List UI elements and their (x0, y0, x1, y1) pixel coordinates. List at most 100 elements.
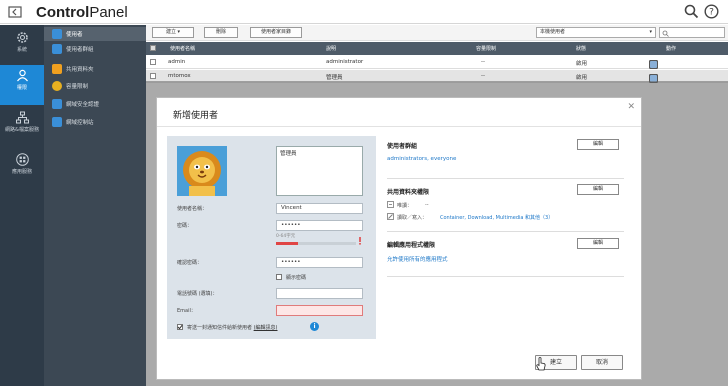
row-checkbox[interactable] (150, 73, 156, 79)
search-icon (662, 30, 669, 37)
column-header[interactable]: 使用者名稱 (170, 45, 195, 52)
password-strength-fill (276, 242, 299, 245)
domain-security-icon (52, 99, 62, 109)
shared-folder-title: 共用資料夾權限 (387, 189, 430, 196)
table-row[interactable]: admin administrator -- 啟用 (146, 56, 728, 69)
divider (387, 231, 624, 232)
subnav-item-users[interactable]: 使用者 (44, 27, 146, 41)
user-type-select[interactable]: 本機使用者 ▾ (536, 27, 656, 38)
subnav-item-label: 容量限制 (66, 84, 89, 90)
edit-groups-button[interactable]: 編輯 (577, 139, 619, 150)
avatar[interactable] (177, 146, 227, 196)
gear-icon (16, 32, 28, 43)
column-header[interactable]: 說明 (326, 45, 336, 52)
close-icon[interactable]: ✕ (627, 102, 635, 112)
home-folder-button[interactable]: 使用者家目錄 (250, 27, 302, 38)
edit-message-link[interactable]: (編輯訊息) (254, 325, 278, 331)
user-groups-title: 使用者群組 (387, 143, 418, 150)
domain-controller-icon (52, 117, 62, 127)
password-strength-bar (276, 242, 356, 245)
read-only-value: -- (425, 202, 429, 208)
rail-item-label: 應用服務 (11, 169, 32, 175)
row-checkbox[interactable] (150, 59, 156, 65)
toolbar: 建立 ▾ 刪除 使用者家目錄 本機使用者 ▾ (146, 25, 728, 41)
divider (157, 126, 641, 127)
read-write-value[interactable]: Container, Download, Multimedia 和其他（3） (440, 214, 553, 221)
row-username: mtomox (168, 73, 191, 79)
title-bar: ControlPanel ? (0, 0, 728, 24)
subnav-item-domain-security[interactable]: 網域安全認證 (44, 97, 146, 111)
username-input[interactable]: Vincent (276, 203, 363, 214)
confirm-password-input[interactable]: •••••• (276, 257, 363, 268)
search-icon[interactable] (684, 4, 699, 19)
password-label: 密碼： (177, 223, 193, 229)
subnav-item-label: 網域安全認證 (66, 102, 100, 108)
groups-value: administrators, everyone (387, 156, 457, 162)
search-input[interactable] (659, 27, 725, 38)
checkmark-icon (177, 324, 183, 330)
rail-item-label: 網路&檔案服務 (5, 127, 39, 133)
select-all-checkbox[interactable] (150, 45, 156, 51)
row-quota: -- (481, 59, 485, 65)
subnav-item-user-groups[interactable]: 使用者群組 (44, 42, 146, 56)
app-permission-title: 編輯應用程式權限 (387, 242, 436, 249)
subnav-item-domain-controller[interactable]: 網域控制站 (44, 115, 146, 129)
folder-icon (52, 64, 62, 74)
row-status: 啟用 (576, 61, 588, 67)
edit-quota-icon[interactable] (649, 60, 658, 69)
table-header: 使用者名稱 說明 容量限制 狀態 動作 (146, 42, 728, 55)
row-description: administrator (326, 59, 364, 65)
back-icon[interactable] (8, 5, 22, 19)
password-hint: 0-64字元 (276, 234, 296, 239)
rail-item-system[interactable]: 系統 (0, 27, 44, 67)
rail-item-label: 權限 (16, 85, 27, 91)
row-quota: -- (481, 73, 485, 79)
network-icon (15, 111, 29, 124)
app-title: ControlPanel (36, 4, 128, 21)
rail-item-network[interactable]: 網路&檔案服務 (0, 107, 44, 149)
warning-icon (359, 237, 361, 245)
rail-item-apps[interactable]: 應用服務 (0, 149, 44, 189)
phone-input[interactable] (276, 288, 363, 299)
chevron-down-icon: ▾ (177, 29, 181, 35)
row-status: 啟用 (576, 75, 588, 81)
user-form-panel: 管理員 使用者名稱： Vincent 密碼： •••••• 0-64字元 確認密… (167, 136, 376, 339)
subnav-item-shared-folders[interactable]: 共用資料夾 (44, 62, 146, 76)
create-dropdown-button[interactable]: 建立 ▾ (152, 27, 194, 38)
dialog-title: 新增使用者 (173, 111, 219, 121)
cancel-button[interactable]: 取消 (581, 355, 623, 370)
email-label: Email： (177, 308, 196, 314)
sub-nav: 使用者 使用者群組 共用資料夾 容量限制 網域安全認證 網域控制站 (44, 25, 146, 386)
show-password-checkbox[interactable] (276, 274, 282, 280)
main-rail: 系統 權限 網路&檔案服務 應用服務 (0, 25, 44, 386)
read-only-label: 唯讀： (397, 203, 413, 209)
lion-avatar-icon (177, 146, 227, 196)
description-textarea[interactable]: 管理員 (276, 146, 363, 196)
column-header[interactable]: 狀態 (576, 45, 586, 52)
notify-label: 寄送一封通知信件給新使用者 (編輯訊息) (187, 325, 278, 331)
edit-shares-button[interactable]: 編輯 (577, 184, 619, 195)
hand-cursor-icon (536, 357, 546, 371)
row-username: admin (168, 59, 186, 65)
password-input[interactable]: •••••• (276, 220, 363, 231)
help-icon[interactable]: ? (704, 4, 719, 19)
quota-icon (52, 81, 62, 91)
subnav-item-label: 使用者 (66, 32, 83, 38)
subnav-item-label: 共用資料夾 (66, 67, 94, 73)
subnav-item-label: 網域控制站 (66, 120, 94, 126)
notify-checkbox[interactable] (177, 324, 183, 330)
confirm-password-label: 確認密碼： (177, 260, 203, 266)
divider (387, 276, 624, 277)
info-icon[interactable]: i (310, 322, 319, 331)
app-permission-link[interactable]: 允許使用所有的應用程式 (387, 255, 448, 263)
column-header[interactable]: 動作 (666, 45, 676, 52)
delete-button[interactable]: 刪除 (204, 27, 238, 38)
edit-app-permission-button[interactable]: 編輯 (577, 238, 619, 249)
column-header[interactable]: 容量限制 (476, 45, 496, 52)
email-input[interactable] (276, 305, 363, 316)
subnav-item-label: 使用者群組 (66, 47, 94, 53)
group-icon (52, 44, 62, 54)
subnav-item-quota[interactable]: 容量限制 (44, 79, 146, 93)
rail-item-privilege[interactable]: 權限 (0, 65, 44, 105)
user-icon (16, 69, 28, 82)
